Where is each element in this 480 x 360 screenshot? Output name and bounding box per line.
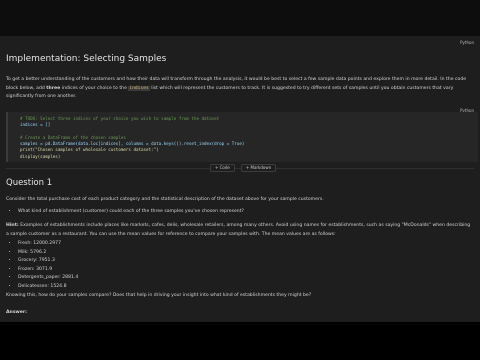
intro-bold: three	[46, 85, 61, 91]
question-heading: Question 1	[6, 178, 53, 188]
mean-value-item: Milk: 5796.2	[18, 249, 78, 258]
code-line[interactable]: display(samples)	[20, 154, 244, 160]
top-letterbox	[0, 0, 480, 36]
code-line[interactable]: # TODO: Select three indices of your cho…	[20, 116, 244, 122]
mean-value-item: Grocery: 7951.3	[18, 257, 78, 266]
mean-value-item: Frozen: 3071.9	[18, 266, 78, 275]
add-markdown-button[interactable]: + Markdown	[240, 164, 277, 172]
question-bullets: What kind of establishment (customer) co…	[6, 208, 244, 217]
hint-paragraph: Hint: Examples of establishments include…	[6, 222, 472, 239]
mean-value-item: Delicatessen: 1524.8	[18, 283, 78, 292]
add-cell-bar: + Code + Markdown	[210, 164, 277, 172]
hint-label: Hint:	[6, 223, 19, 228]
code-cell[interactable]: # TODO: Select three indices of your cho…	[6, 112, 478, 162]
code-editor[interactable]: # TODO: Select three indices of your cho…	[20, 116, 244, 160]
mean-values-list: Fresh: 12000.2977 Milk: 5796.2 Grocery: …	[6, 240, 78, 291]
inline-code-indices: indices	[128, 85, 150, 91]
section-heading: Implementation: Selecting Samples	[6, 54, 167, 64]
question-paragraph: Consider the total purchase cost of each…	[6, 197, 324, 202]
bottom-letterbox	[0, 322, 480, 360]
intro-text-2: indices of your choice to the	[60, 85, 129, 91]
add-code-button[interactable]: + Code	[210, 164, 235, 172]
cell-language-label[interactable]: Python	[460, 40, 474, 45]
mean-value-item: Detergents_paper: 2881.4	[18, 274, 78, 283]
answer-label: Answer:	[6, 310, 28, 315]
hint-text: Examples of establishments include place…	[6, 223, 471, 237]
comparison-paragraph: Knowing this, how do your samples compar…	[6, 293, 312, 298]
question-bullet: What kind of establishment (customer) co…	[18, 208, 244, 217]
intro-paragraph: To get a better understanding of the cus…	[6, 76, 474, 102]
mean-value-item: Fresh: 12000.2977	[18, 240, 78, 249]
